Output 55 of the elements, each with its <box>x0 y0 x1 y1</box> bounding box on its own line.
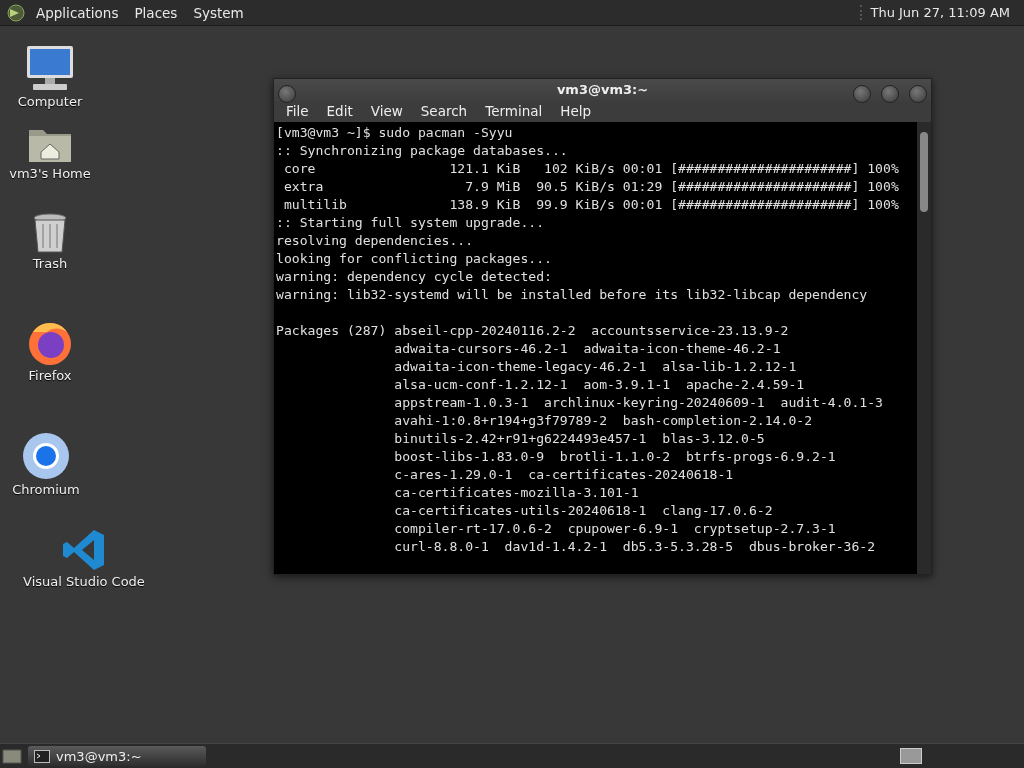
terminal-line: avahi-1:0.8+r194+g3f79789-2 bash-completion-2.14.0-2 <box>393 412 814 430</box>
maximize-button[interactable] <box>881 85 899 103</box>
terminal-line: binutils-2.42+r91+g6224493e457-1 blas-3.12.0-5 <box>393 430 766 448</box>
terminal-line: c-ares-1.29.0-1 ca-certificates-20240618-1 <box>393 466 735 484</box>
ring-logo-icon <box>22 432 70 480</box>
panel-menu[interactable]: Applications <box>30 4 125 21</box>
clock[interactable]: Thu Jun 27, 11:09 AM <box>860 5 1018 20</box>
menu-item[interactable]: File <box>278 103 317 120</box>
show-desktop-icon[interactable] <box>2 748 22 764</box>
trash-icon <box>32 212 68 254</box>
terminal-line: looking for conflicting packages... <box>276 250 553 268</box>
scrollbar[interactable] <box>917 122 931 574</box>
menu-item[interactable]: Terminal <box>477 103 551 120</box>
desktop-icon-label[interactable]: Firefox <box>28 368 72 383</box>
window-title: vm3@vm3:~ <box>556 82 649 98</box>
minimize-button[interactable] <box>853 85 871 103</box>
terminal-line: :: Starting full system upgrade... <box>276 214 546 232</box>
window-menu-button[interactable] <box>278 85 296 103</box>
browser-logo-icon <box>27 320 73 366</box>
terminal-line: warning: lib32-systemd will be installed before its lib32-libcap dependency <box>276 286 869 304</box>
terminal-line: :: Synchronizing package databases... <box>276 142 569 160</box>
terminal-line: appstream-1.0.3-1 archlinux-keyring-20240609-1 audit-4.0.1-3 <box>393 394 884 412</box>
terminal-line: Packages (287) abseil-cpp-20240116.2-2 accountsservice-23.13.9-2 <box>276 322 790 340</box>
desktop-icon-label[interactable]: Chromium <box>12 482 80 497</box>
terminal-line: curl-8.8.0-1 dav1d-1.4.2-1 db5.3-5.3.28-5 dbus-broker-36-2 <box>393 538 877 556</box>
terminal-line: boost-libs-1.83.0-9 brotli-1.1.0-2 btrfs-progs-6.9.2-1 <box>393 448 837 466</box>
terminal-line: ca-certificates-utils-20240618-1 clang-17.0.6-2 <box>393 502 774 520</box>
terminal-line: resolving dependencies... <box>276 232 475 250</box>
terminal-line: adwaita-cursors-46.2-1 adwaita-icon-theme-46.2-1 <box>393 340 782 358</box>
desktop-icon-label[interactable]: vm3's Home <box>9 166 91 181</box>
monitor-icon <box>25 44 75 92</box>
menu-item[interactable]: Edit <box>318 103 361 120</box>
terminal-line: extra 7.9 MiB 90.5 KiB/s 01:29 [######################] 100% <box>282 178 900 196</box>
menu-item[interactable]: Search <box>412 103 476 120</box>
desktop-icon-label[interactable]: Computer <box>17 94 83 109</box>
panel-menu[interactable]: Places <box>128 4 184 21</box>
close-button[interactable] <box>909 85 927 103</box>
desktop-icon-label[interactable]: Visual Studio Code <box>23 574 145 589</box>
terminal-line: ca-certificates-mozilla-3.101-1 <box>393 484 640 502</box>
terminal-line: core 121.1 KiB 102 KiB/s 00:01 [######################] 100% <box>282 160 900 178</box>
terminal-icon <box>34 749 50 763</box>
desktop-icon-label[interactable]: Trash <box>32 256 68 271</box>
ribbon-logo-icon <box>62 528 106 572</box>
panel-menu[interactable]: System <box>187 4 250 21</box>
terminal-line: alsa-ucm-conf-1.2.12-1 aom-3.9.1-1 apache-2.4.59-1 <box>393 376 806 394</box>
terminal-line: warning: dependency cycle detected: <box>276 268 553 286</box>
menu-item[interactable]: View <box>362 103 411 120</box>
terminal-line: multilib 138.9 KiB 99.9 KiB/s 00:01 [######################] 100% <box>282 196 900 214</box>
distro-logo-icon[interactable] <box>6 2 26 23</box>
taskbar-button[interactable]: vm3@vm3:~ <box>28 746 206 766</box>
terminal-line: compiler-rt-17.0.6-2 cpupower-6.9-1 cryptsetup-2.7.3-1 <box>393 520 837 538</box>
menu-item[interactable]: Help <box>552 103 600 120</box>
workspace-switcher[interactable] <box>900 748 922 764</box>
terminal-line: adwaita-icon-theme-legacy-46.2-1 alsa-lib-1.2.12-1 <box>393 358 798 376</box>
terminal-line: [vm3@vm3 ~]$ sudo pacman -Syyu <box>276 124 514 142</box>
